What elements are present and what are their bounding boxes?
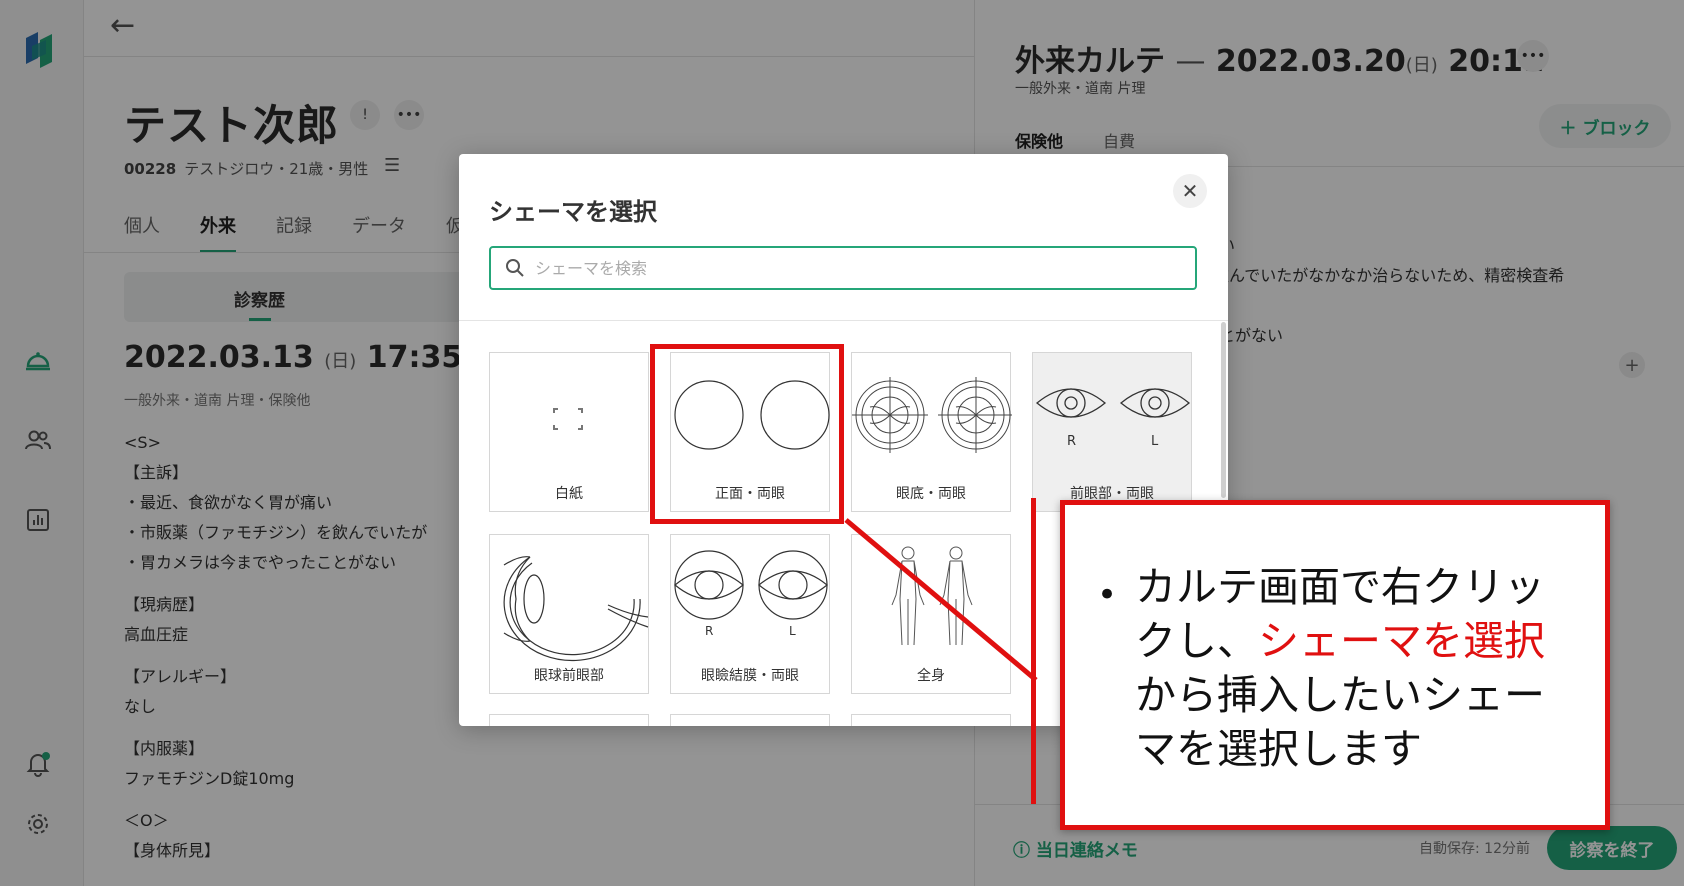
callout-bullet: • (1097, 575, 1118, 615)
annotation-line (1031, 498, 1036, 804)
callout-text-part: から挿入したいシェーマを選択します (1135, 671, 1545, 773)
instruction-callout: • カルテ画面で右クリックし、シェーマを選択から挿入したいシェーマを選択します (1060, 500, 1610, 830)
callout-text: カルテ画面で右クリックし、シェーマを選択から挿入したいシェーマを選択します (1135, 560, 1575, 776)
callout-highlight: シェーマを選択 (1258, 617, 1545, 665)
